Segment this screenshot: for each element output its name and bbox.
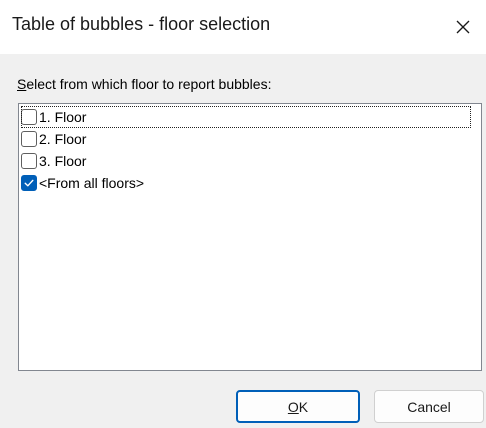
all-floors-label: <From all floors> (39, 175, 145, 191)
prompt-text: elect from which floor to report bubbles… (26, 76, 272, 92)
floor-1-label: 1. Floor (39, 109, 87, 125)
floor-listbox[interactable]: 1. Floor 2. Floor 3. Floor <From all flo… (18, 103, 482, 371)
cancel-label: Cancel (407, 398, 451, 415)
title-bar: Table of bubbles - floor selection (0, 0, 486, 54)
list-item-floor-1[interactable]: 1. Floor (21, 106, 471, 128)
ok-mnemonic: O (287, 398, 299, 415)
ok-button[interactable]: OK (236, 390, 360, 423)
ok-label: K (298, 398, 309, 415)
prompt-mnemonic: S (17, 76, 27, 92)
floor-2-checkbox[interactable] (21, 131, 37, 147)
list-item-all-floors[interactable]: <From all floors> (21, 172, 144, 194)
dialog-title: Table of bubbles - floor selection (12, 14, 271, 34)
floor-1-checkbox[interactable] (21, 109, 37, 125)
cancel-button[interactable]: Cancel (374, 390, 484, 423)
close-icon (456, 20, 470, 34)
floor-prompt-label: Select from which floor to report bubble… (17, 76, 271, 92)
close-button[interactable] (440, 0, 486, 54)
all-floors-checkbox[interactable] (21, 175, 37, 191)
floor-3-label: 3. Floor (39, 153, 87, 169)
floor-3-checkbox[interactable] (21, 153, 37, 169)
floor-2-label: 2. Floor (39, 131, 87, 147)
list-item-floor-2[interactable]: 2. Floor (21, 128, 86, 150)
floor-selection-dialog: Table of bubbles - floor selection Selec… (0, 0, 486, 428)
list-item-floor-3[interactable]: 3. Floor (21, 150, 86, 172)
checkmark-icon (24, 179, 34, 187)
